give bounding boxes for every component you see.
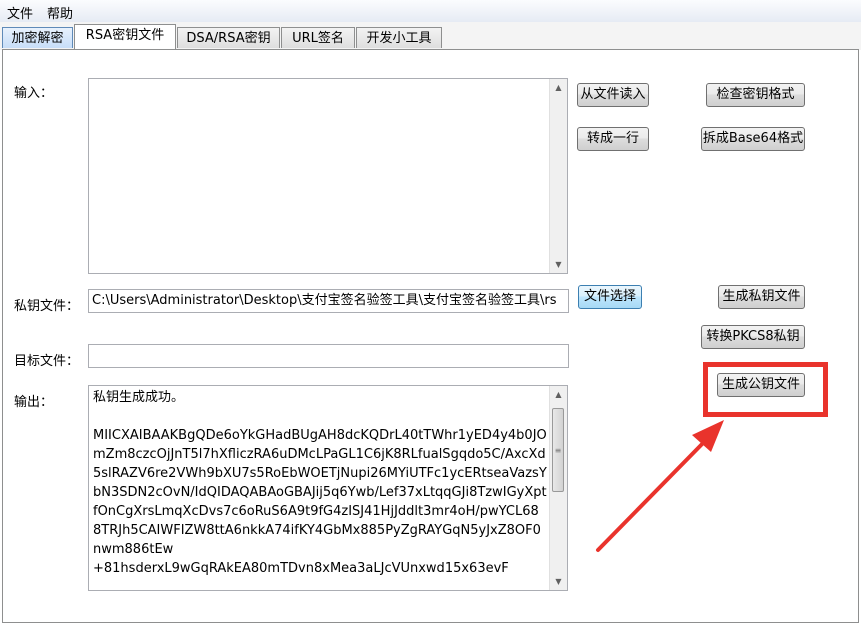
annotation-arrow xyxy=(596,420,724,552)
